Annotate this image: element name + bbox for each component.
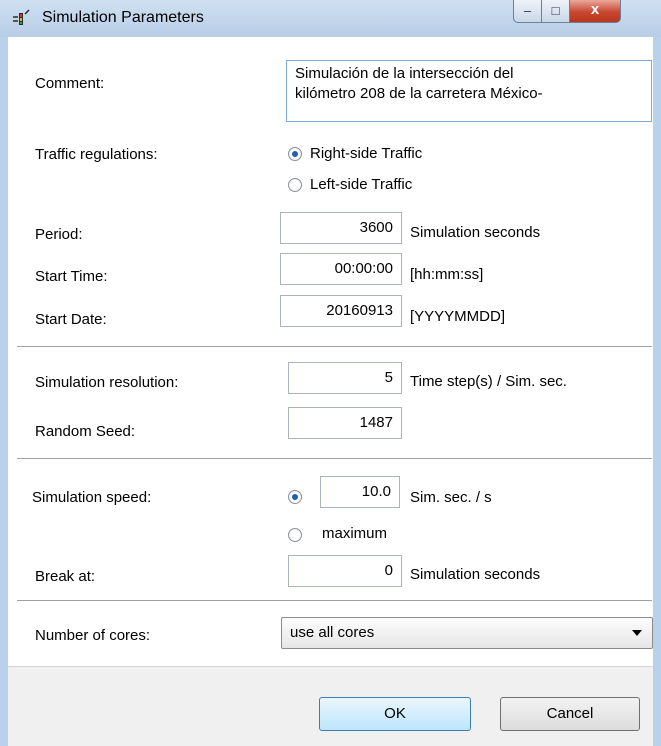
maximize-button[interactable]: □ <box>541 0 570 23</box>
close-button[interactable]: x <box>569 0 621 23</box>
left-side-traffic-label[interactable]: Left-side Traffic <box>310 176 412 193</box>
period-label: Period: <box>35 226 83 243</box>
chevron-down-icon <box>632 630 642 636</box>
simulation-resolution-label: Simulation resolution: <box>35 374 179 391</box>
start-time-input[interactable]: 00:00:00 <box>280 253 402 285</box>
comment-line-2: kilómetro 208 de la carretera México- <box>295 85 543 102</box>
separator <box>17 458 652 462</box>
simulation-speed-input[interactable]: 10.0 <box>320 476 400 508</box>
right-side-traffic-radio[interactable] <box>288 147 302 161</box>
break-at-unit: Simulation seconds <box>410 566 541 583</box>
traffic-regulations-label: Traffic regulations: <box>35 146 158 163</box>
random-seed-label: Random Seed: <box>35 423 136 440</box>
minimize-icon: – <box>523 3 532 18</box>
start-date-input[interactable]: 20160913 <box>280 295 402 327</box>
number-of-cores-dropdown[interactable]: use all cores <box>281 617 653 649</box>
ok-button[interactable]: OK <box>319 697 471 731</box>
comment-line-1: Simulación de la intersección del <box>295 65 514 82</box>
start-time-label: Start Time: <box>35 268 108 285</box>
break-at-input[interactable]: 0 <box>288 555 402 587</box>
comment-textarea[interactable]: Simulación de la intersección del kilóme… <box>286 60 652 122</box>
close-icon: x <box>590 1 600 18</box>
maximize-icon: □ <box>551 3 560 18</box>
start-date-label: Start Date: <box>35 311 107 328</box>
start-date-unit: [YYYYMMDD] <box>410 308 506 325</box>
separator <box>17 346 652 350</box>
speed-maximum-label[interactable]: maximum <box>322 525 387 542</box>
separator <box>17 600 652 604</box>
title-bar[interactable]: Simulation Parameters – □ x <box>0 0 661 37</box>
cancel-button[interactable]: Cancel <box>500 697 640 731</box>
comment-label: Comment: <box>35 75 105 92</box>
speed-maximum-radio[interactable] <box>288 528 302 542</box>
number-of-cores-label: Number of cores: <box>35 627 151 644</box>
window-title: Simulation Parameters <box>42 9 204 26</box>
speed-value-radio[interactable] <box>288 490 302 504</box>
start-time-unit: [hh:mm:ss] <box>410 266 484 283</box>
left-side-traffic-radio[interactable] <box>288 178 302 192</box>
break-at-label: Break at: <box>35 568 96 585</box>
app-icon <box>12 9 32 29</box>
random-seed-input[interactable]: 1487 <box>288 407 402 439</box>
number-of-cores-value: use all cores <box>290 624 375 641</box>
simulation-resolution-input[interactable]: 5 <box>288 362 402 394</box>
period-unit: Simulation seconds <box>410 224 541 241</box>
simulation-speed-label: Simulation speed: <box>32 489 152 506</box>
period-input[interactable]: 3600 <box>280 212 402 244</box>
simulation-speed-unit: Sim. sec. / s <box>410 489 492 506</box>
minimize-button[interactable]: – <box>513 0 542 23</box>
right-side-traffic-label[interactable]: Right-side Traffic <box>310 145 422 162</box>
simulation-resolution-unit: Time step(s) / Sim. sec. <box>410 373 567 390</box>
